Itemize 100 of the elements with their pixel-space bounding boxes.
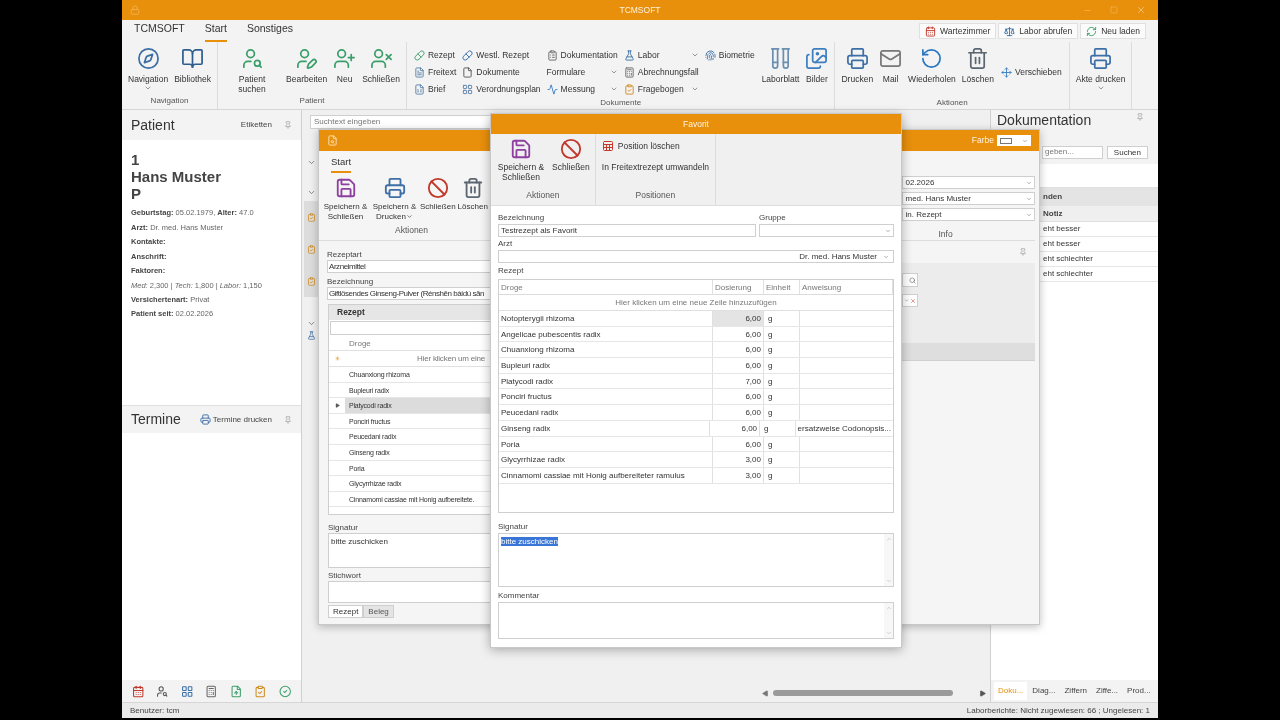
ribbon-button[interactable]: Bibliothek: [172, 45, 214, 84]
ribbon-button[interactable]: Labor: [623, 47, 699, 63]
table-cell[interactable]: eht besser: [1043, 223, 1081, 235]
ribbon-button[interactable]: Bearbeiten: [284, 45, 330, 84]
table-cell[interactable]: 7,00: [713, 373, 764, 389]
print-button[interactable]: Termine drucken: [199, 413, 272, 426]
table-cell[interactable]: Cinnamomi cassiae mit Honig aufbereiteter ramulus: [499, 467, 713, 483]
ribbon-button[interactable]: Akte drucken: [1073, 45, 1128, 92]
ribbon-button[interactable]: Formulare: [546, 64, 618, 80]
ribbon-tab[interactable]: Sonstiges: [246, 21, 294, 42]
tab[interactable]: Ziffe...: [1092, 682, 1123, 700]
ribbon-button[interactable]: In Freitextrezept umwandeln: [601, 160, 710, 174]
ribbon-button[interactable]: Position löschen: [601, 140, 710, 153]
ribbon-button[interactable]: Navigation: [126, 45, 171, 92]
table-cell[interactable]: 6,00: [713, 311, 764, 326]
chevron-icon[interactable]: [306, 188, 316, 197]
table-cell[interactable]: 6,00: [713, 358, 764, 373]
table-cell[interactable]: Platycodi radix: [499, 373, 713, 389]
ribbon-button[interactable]: Schließen: [419, 177, 457, 212]
text-area[interactable]: bitte zuschicken: [498, 533, 894, 587]
table-cell[interactable]: 6,00: [713, 436, 764, 452]
ribbon-button[interactable]: Mail: [877, 45, 905, 84]
input-field[interactable]: Testrezept als Favorit: [498, 224, 756, 237]
dropdown[interactable]: [759, 224, 894, 237]
ribbon-button[interactable]: Verordnungsplan: [462, 81, 541, 97]
table-cell[interactable]: Glycyrrhizae radix: [499, 452, 713, 467]
color-dropdown[interactable]: [997, 135, 1031, 146]
calculator-icon[interactable]: [205, 684, 218, 698]
scrollbar[interactable]: [884, 603, 893, 638]
table-cell[interactable]: 6,00: [713, 342, 764, 358]
scrollbar[interactable]: [762, 688, 986, 698]
ribbon-button[interactable]: Drucken: [839, 45, 876, 84]
maximize-icon[interactable]: [1110, 6, 1118, 14]
table-cell[interactable]: Angelicae pubescentis radix: [499, 326, 713, 342]
toolbar-button[interactable]: Neu laden: [1080, 23, 1146, 39]
tab[interactable]: Ziffern: [1060, 682, 1091, 700]
ribbon-button[interactable]: Fragebogen: [623, 81, 699, 97]
ribbon-button[interactable]: Löschen: [456, 177, 489, 212]
table-cell[interactable]: Peucedani radix: [499, 405, 713, 420]
close-icon[interactable]: [1136, 5, 1146, 15]
ribbon-tab[interactable]: Start: [331, 154, 352, 173]
ribbon-button[interactable]: Biometrie: [704, 47, 755, 63]
ribbon-button[interactable]: Brief: [413, 81, 457, 97]
ribbon-tab[interactable]: Start: [204, 21, 227, 42]
table-cell[interactable]: eht schlechter: [1043, 268, 1093, 280]
ribbon-button[interactable]: Schließen: [360, 45, 402, 84]
table-cell[interactable]: g: [764, 389, 800, 405]
tab[interactable]: Prod...: [1123, 682, 1155, 700]
table-cell[interactable]: g: [764, 373, 800, 389]
ribbon-button[interactable]: Löschen: [959, 45, 996, 84]
file-upload-icon[interactable]: [229, 684, 243, 698]
ribbon-button[interactable]: Freitext: [413, 64, 457, 80]
ribbon-button[interactable]: Dokumente: [462, 64, 541, 80]
table-cell[interactable]: 3,00: [713, 452, 764, 467]
ribbon-button[interactable]: Messung: [546, 81, 618, 97]
ribbon-button[interactable]: Speichern & Schließen: [495, 138, 547, 182]
ribbon-button[interactable]: Bilder: [803, 45, 831, 84]
clear-icon[interactable]: [910, 297, 917, 304]
pin-icon[interactable]: [284, 415, 292, 424]
ribbon-button[interactable]: Wiederholen: [906, 45, 958, 84]
table-cell[interactable]: g: [764, 358, 800, 373]
dropdown[interactable]: [902, 294, 919, 307]
ribbon-button[interactable]: Rezept: [413, 47, 457, 63]
tab[interactable]: Diag...: [1028, 682, 1060, 700]
table-cell[interactable]: g: [764, 326, 800, 342]
grid-icon[interactable]: [180, 684, 194, 698]
scrollbar[interactable]: [884, 534, 893, 586]
table-cell[interactable]: g: [764, 342, 800, 358]
text-area[interactable]: [498, 602, 894, 639]
table-cell[interactable]: eht besser: [1043, 238, 1081, 250]
table-cell[interactable]: eht schlechter: [1043, 253, 1093, 265]
search-button[interactable]: Suchen: [1106, 145, 1148, 159]
chevron-icon[interactable]: [306, 158, 316, 167]
chevron-icon[interactable]: [306, 319, 316, 328]
table-cell[interactable]: Chuanxiong rhizoma: [499, 342, 713, 358]
ribbon-button[interactable]: Speichern & Drucken: [370, 177, 419, 221]
dropdown[interactable]: Dr. med. Hans Muster: [498, 250, 894, 263]
search-field[interactable]: [902, 273, 919, 287]
table-cell[interactable]: g: [764, 405, 800, 420]
pin-icon[interactable]: [1136, 113, 1144, 121]
calendar-icon[interactable]: [132, 684, 145, 698]
table-cell[interactable]: Poria: [499, 436, 713, 452]
ribbon-tab[interactable]: TCMSOFT: [134, 21, 185, 42]
user-search-icon[interactable]: [156, 684, 169, 698]
pin-icon[interactable]: [284, 121, 292, 129]
dropdown[interactable]: 02.2026: [902, 176, 1035, 189]
ribbon-button[interactable]: Speichern & Schließen: [321, 177, 370, 221]
table-cell[interactable]: g: [764, 467, 800, 483]
tab[interactable]: Rezept: [328, 605, 364, 618]
ribbon-button[interactable]: Patient suchen: [222, 45, 283, 94]
table-cell[interactable]: 6,00: [709, 420, 761, 436]
table-cell[interactable]: Bupleuri radix: [499, 358, 713, 373]
toolbar-button[interactable]: Labor abrufen: [998, 23, 1079, 39]
table-cell[interactable]: g: [764, 311, 800, 326]
table-cell[interactable]: 3,00: [713, 467, 764, 483]
labels-button[interactable]: Etiketten: [240, 119, 272, 131]
table-cell[interactable]: Ponciri fructus: [499, 389, 713, 405]
table-cell[interactable]: g: [764, 452, 800, 467]
search-field[interactable]: geben...: [1042, 145, 1103, 159]
table-cell[interactable]: 6,00: [713, 405, 764, 420]
